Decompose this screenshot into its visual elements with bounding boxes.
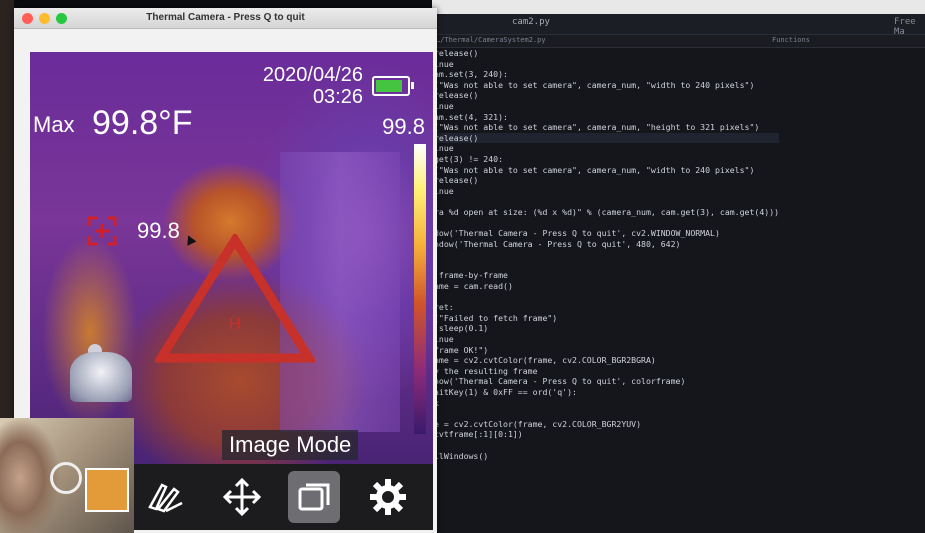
palette-icon bbox=[148, 483, 183, 513]
code-line[interactable] bbox=[434, 196, 779, 207]
code-line[interactable]: dow('Thermal Camera - Press Q to quit', … bbox=[434, 228, 779, 239]
code-line[interactable]: release() bbox=[434, 90, 779, 101]
desktop-top-strip bbox=[432, 0, 925, 14]
editor-path[interactable]: …/Thermal/CameraSystem2.py bbox=[436, 36, 546, 44]
code-line[interactable]: inue bbox=[434, 334, 779, 345]
code-line[interactable]: release() bbox=[434, 175, 779, 186]
scale-max-value: 99.8 bbox=[382, 114, 425, 139]
move-icon bbox=[222, 477, 262, 517]
battery-icon bbox=[372, 76, 414, 96]
code-line[interactable]: frame-by-frame bbox=[434, 270, 779, 281]
code-line[interactable]: e = cv2.cvtColor(frame, cv2.COLOR_BGR2YU… bbox=[434, 419, 779, 430]
code-line[interactable]: inue bbox=[434, 101, 779, 112]
triangle-marker-icon: H bbox=[155, 234, 315, 363]
code-line[interactable]: llWindows() bbox=[434, 451, 779, 462]
editor-symbol-dropdown[interactable]: Functions bbox=[772, 36, 810, 44]
code-line[interactable]: ("Was not able to set camera", camera_nu… bbox=[434, 122, 779, 133]
image-mode-icon bbox=[298, 483, 330, 511]
code-line[interactable]: ("Failed to fetch frame") bbox=[434, 313, 779, 324]
battery-fill bbox=[376, 80, 402, 92]
editor-tab[interactable]: cam2.py bbox=[512, 17, 550, 27]
hotspot-marker-icon bbox=[87, 216, 117, 246]
max-label: Max bbox=[33, 112, 75, 137]
datetime-readout: 2020/04/26 03:26 bbox=[263, 64, 363, 108]
code-line[interactable]: release() bbox=[434, 48, 779, 59]
window-title: Thermal Camera - Press Q to quit bbox=[146, 12, 305, 23]
code-line[interactable] bbox=[434, 292, 779, 303]
color-scale-bar bbox=[414, 144, 426, 434]
move-button[interactable] bbox=[216, 471, 268, 523]
editor-breadcrumb: …/Thermal/CameraSystem2.py Functions bbox=[432, 35, 925, 48]
editor-tab-bar: cam2.py Free Ma bbox=[432, 14, 925, 37]
desk-clock bbox=[50, 462, 82, 494]
code-line[interactable]: k bbox=[434, 398, 779, 409]
code-line[interactable]: aitKey(1) & 0xFF == ord('q'): bbox=[434, 387, 779, 398]
code-line[interactable]: frame OK!") bbox=[434, 345, 779, 356]
code-line[interactable]: release() bbox=[434, 132, 780, 144]
code-line[interactable]: ame = cam.read() bbox=[434, 281, 779, 292]
code-line[interactable]: inue bbox=[434, 186, 779, 197]
gear-icon bbox=[370, 479, 406, 515]
code-line[interactable] bbox=[434, 260, 779, 271]
webcam-overlay bbox=[0, 418, 134, 533]
max-temperature: 99.8°F bbox=[92, 104, 193, 142]
code-line[interactable]: .sleep(0.1) bbox=[434, 323, 779, 334]
code-line[interactable]: inue bbox=[434, 143, 779, 154]
code-line[interactable]: ra %d open at size: (%d x %d)" % (camera… bbox=[434, 207, 779, 218]
code-line[interactable]: ndow('Thermal Camera - Press Q to quit',… bbox=[434, 239, 779, 250]
palette-button[interactable] bbox=[138, 471, 190, 523]
editor-tab-right[interactable]: Free Ma bbox=[894, 17, 925, 37]
code-line[interactable]: ame = cv2.cvtColor(frame, cv2.COLOR_BGR2… bbox=[434, 355, 779, 366]
code-text[interactable]: release() inue am.set(3, 240): ("Was not ab… bbox=[434, 48, 780, 462]
code-line[interactable]: ret: bbox=[434, 302, 779, 313]
triangle-label: H bbox=[229, 316, 241, 333]
code-line[interactable]: ("Was not able to set camera", camera_nu… bbox=[434, 165, 779, 176]
code-line[interactable]: inue bbox=[434, 59, 779, 70]
image-mode-button[interactable] bbox=[288, 471, 340, 523]
code-line[interactable] bbox=[434, 408, 779, 419]
code-line[interactable]: am.set(4, 321): bbox=[434, 112, 779, 123]
time-text: 03:26 bbox=[312, 86, 363, 108]
code-line[interactable]: get(3) != 240: bbox=[434, 154, 779, 165]
code-line[interactable]: am.set(3, 240): bbox=[434, 69, 779, 80]
code-line[interactable] bbox=[434, 218, 779, 229]
code-line[interactable]: cvtframe[:1][0:1]) bbox=[434, 429, 779, 440]
lamp-shade bbox=[70, 352, 132, 402]
date-text: 2020/04/26 bbox=[262, 64, 363, 86]
code-line[interactable]: y the resulting frame bbox=[434, 366, 779, 377]
code-line[interactable]: how('Thermal Camera - Press Q to quit', … bbox=[434, 376, 779, 387]
mode-label: Image Mode bbox=[222, 430, 359, 460]
settings-button[interactable] bbox=[362, 471, 414, 523]
desk-object bbox=[85, 468, 129, 512]
code-line[interactable]: ("Was not able to set camera", camera_nu… bbox=[434, 80, 779, 91]
code-line[interactable] bbox=[434, 249, 779, 260]
window-titlebar[interactable]: Thermal Camera - Press Q to quit bbox=[14, 8, 437, 29]
code-editor[interactable]: cam2.py Free Ma …/Thermal/CameraSystem2.… bbox=[432, 0, 925, 533]
code-line[interactable] bbox=[434, 440, 779, 451]
